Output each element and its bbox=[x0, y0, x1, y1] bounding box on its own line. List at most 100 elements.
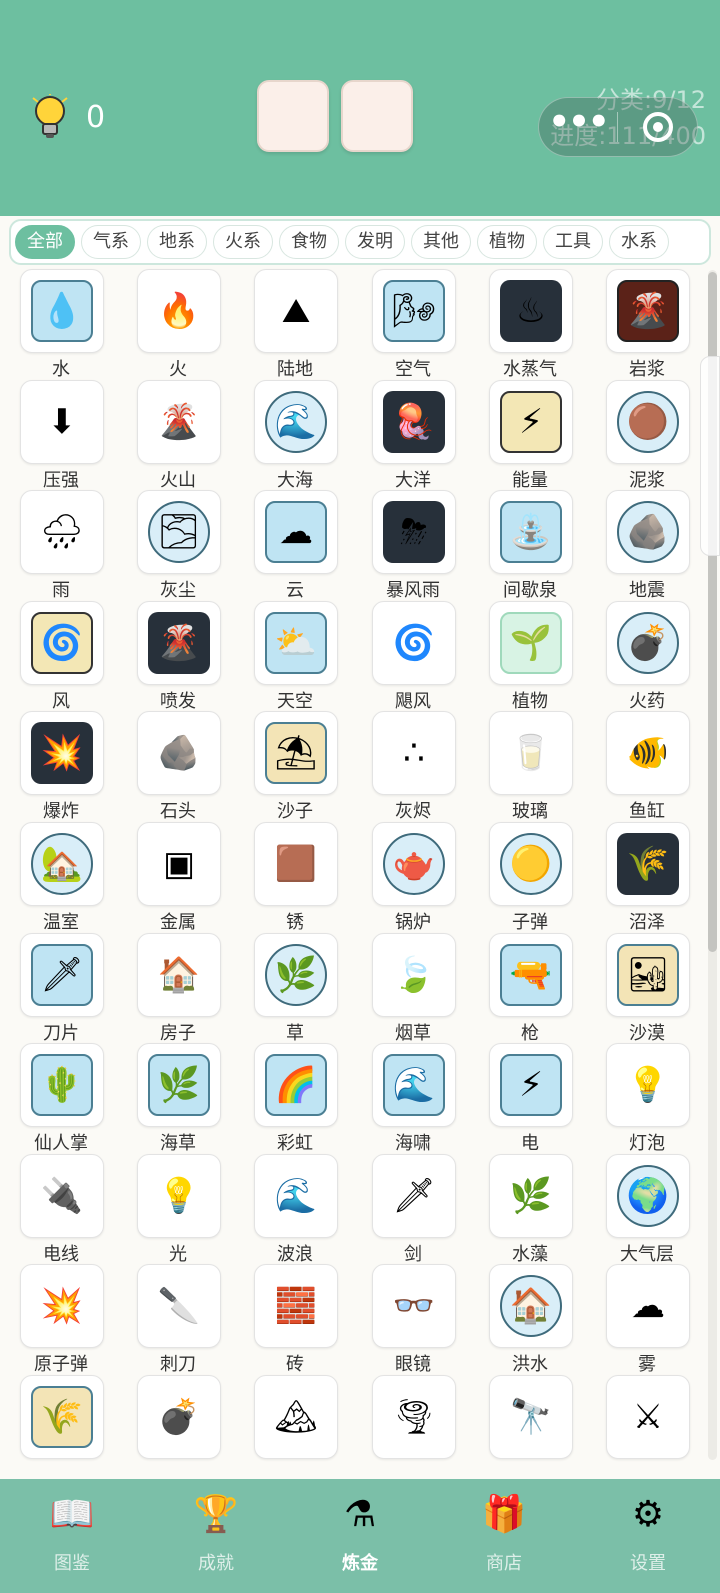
element-card[interactable]: 🪨 bbox=[137, 711, 221, 795]
nav-item-3[interactable]: 🎁 商店 bbox=[432, 1479, 576, 1593]
element-item[interactable]: ▣ 金属 bbox=[122, 820, 234, 933]
element-item[interactable]: 🐠 鱼缸 bbox=[591, 709, 703, 822]
element-item[interactable]: 🟡 子弹 bbox=[474, 820, 586, 933]
element-item[interactable]: 💥 爆炸 bbox=[5, 709, 117, 822]
element-card[interactable]: 💡 bbox=[606, 1043, 690, 1127]
element-card[interactable]: 🥛 bbox=[489, 711, 573, 795]
element-item[interactable]: 🌊 波浪 bbox=[239, 1152, 351, 1265]
element-item[interactable]: 🌿 草 bbox=[239, 931, 351, 1044]
element-item[interactable]: ⛱ 沙子 bbox=[239, 709, 351, 822]
element-card[interactable]: 🐠 bbox=[606, 711, 690, 795]
element-card[interactable]: 💣 bbox=[137, 1375, 221, 1459]
element-item[interactable]: 🌀 飓风 bbox=[357, 599, 469, 712]
element-card[interactable]: 🌀 bbox=[372, 601, 456, 685]
element-item[interactable]: 🌿 海草 bbox=[122, 1041, 234, 1154]
element-card[interactable]: 🗡 bbox=[20, 933, 104, 1017]
element-item[interactable]: 🌧 雨 bbox=[5, 488, 117, 601]
tab-2[interactable]: 地系 bbox=[147, 225, 207, 259]
element-item[interactable]: ⛰ 陆地 bbox=[239, 267, 351, 380]
element-card[interactable]: ⛰ bbox=[254, 269, 338, 353]
element-card[interactable]: 🧱 bbox=[254, 1264, 338, 1348]
nav-item-1[interactable]: 🏆 成就 bbox=[144, 1479, 288, 1593]
element-card[interactable]: 🌬 bbox=[372, 269, 456, 353]
element-card[interactable]: 👓 bbox=[372, 1264, 456, 1348]
element-item[interactable]: ☁ 云 bbox=[239, 488, 351, 601]
element-item[interactable]: 🟤 泥浆 bbox=[591, 378, 703, 491]
tab-7[interactable]: 植物 bbox=[477, 225, 537, 259]
element-item[interactable]: ⚡ 能量 bbox=[474, 378, 586, 491]
element-item[interactable]: ⛲ 间歇泉 bbox=[474, 488, 586, 601]
element-item[interactable]: 🌍 大气层 bbox=[591, 1152, 703, 1265]
element-item[interactable]: 🔌 电线 bbox=[5, 1152, 117, 1265]
element-item[interactable]: 🏠 房子 bbox=[122, 931, 234, 1044]
element-card[interactable]: 🏠 bbox=[137, 933, 221, 1017]
element-card[interactable]: 🪨 bbox=[606, 490, 690, 574]
element-card[interactable]: ☁ bbox=[606, 1264, 690, 1348]
element-card[interactable]: ⛱ bbox=[254, 711, 338, 795]
element-item[interactable]: 🌋 火山 bbox=[122, 378, 234, 491]
element-item[interactable]: 👓 眼镜 bbox=[357, 1262, 469, 1375]
element-card[interactable]: 🌀 bbox=[20, 601, 104, 685]
more-options-icon[interactable]: ••• bbox=[539, 105, 617, 139]
element-card[interactable]: 🌱 bbox=[489, 601, 573, 685]
element-card[interactable]: 🌫 bbox=[137, 490, 221, 574]
element-card[interactable]: 🪼 bbox=[372, 380, 456, 464]
hint-counter[interactable]: 0 bbox=[30, 94, 105, 140]
element-card[interactable]: 🏔 bbox=[254, 1375, 338, 1459]
element-item[interactable]: ⬇ 压强 bbox=[5, 378, 117, 491]
element-card[interactable]: 🌋 bbox=[606, 269, 690, 353]
element-card[interactable]: ▣ bbox=[137, 822, 221, 906]
element-item[interactable]: 🪼 大洋 bbox=[357, 378, 469, 491]
element-card[interactable]: 🏠 bbox=[489, 1264, 573, 1348]
element-item[interactable]: 🏜 沙漠 bbox=[591, 931, 703, 1044]
element-card[interactable]: 🏡 bbox=[20, 822, 104, 906]
element-card[interactable]: 🏜 bbox=[606, 933, 690, 1017]
element-item[interactable]: 🔫 枪 bbox=[474, 931, 586, 1044]
element-card[interactable]: 💥 bbox=[20, 711, 104, 795]
element-card[interactable]: 🌾 bbox=[606, 822, 690, 906]
element-item[interactable]: 🌾 bbox=[5, 1373, 117, 1479]
tab-9[interactable]: 水系 bbox=[609, 225, 669, 259]
element-item[interactable]: 🌈 彩虹 bbox=[239, 1041, 351, 1154]
element-card[interactable]: 🔪 bbox=[137, 1264, 221, 1348]
tab-6[interactable]: 其他 bbox=[411, 225, 471, 259]
element-item[interactable]: ⛅ 天空 bbox=[239, 599, 351, 712]
element-item[interactable]: 🌵 仙人掌 bbox=[5, 1041, 117, 1154]
element-card[interactable]: 💧 bbox=[20, 269, 104, 353]
element-card[interactable]: ⚡ bbox=[489, 380, 573, 464]
element-item[interactable]: 🌊 大海 bbox=[239, 378, 351, 491]
element-item[interactable]: 🪨 石头 bbox=[122, 709, 234, 822]
element-card[interactable]: 🌿 bbox=[137, 1043, 221, 1127]
element-card[interactable]: 🌈 bbox=[254, 1043, 338, 1127]
element-item[interactable]: 🌋 喷发 bbox=[122, 599, 234, 712]
element-item[interactable]: 🌀 风 bbox=[5, 599, 117, 712]
combine-slot-2[interactable] bbox=[341, 80, 413, 152]
tab-8[interactable]: 工具 bbox=[543, 225, 603, 259]
element-item[interactable]: 🪨 地震 bbox=[591, 488, 703, 601]
element-item[interactable]: 🌫 灰尘 bbox=[122, 488, 234, 601]
element-card[interactable]: 🔌 bbox=[20, 1154, 104, 1238]
element-item[interactable]: ⚡ 电 bbox=[474, 1041, 586, 1154]
tab-4[interactable]: 食物 bbox=[279, 225, 339, 259]
element-card[interactable]: 🌵 bbox=[20, 1043, 104, 1127]
element-card[interactable]: ♨ bbox=[489, 269, 573, 353]
element-card[interactable]: 🌋 bbox=[137, 380, 221, 464]
element-card[interactable]: ⚔ bbox=[606, 1375, 690, 1459]
tab-3[interactable]: 火系 bbox=[213, 225, 273, 259]
element-item[interactable]: 💡 光 bbox=[122, 1152, 234, 1265]
element-card[interactable]: 🗡 bbox=[372, 1154, 456, 1238]
element-item[interactable]: ∴ 灰烬 bbox=[357, 709, 469, 822]
element-item[interactable]: 🌱 植物 bbox=[474, 599, 586, 712]
element-item[interactable]: 🏔 bbox=[239, 1373, 351, 1479]
tab-0[interactable]: 全部 bbox=[15, 225, 75, 259]
element-item[interactable]: 🍃 烟草 bbox=[357, 931, 469, 1044]
element-item[interactable]: 🗡 刀片 bbox=[5, 931, 117, 1044]
element-item[interactable]: 🌬 空气 bbox=[357, 267, 469, 380]
element-item[interactable]: 💥 原子弹 bbox=[5, 1262, 117, 1375]
close-mini-program-button[interactable] bbox=[618, 112, 697, 142]
tab-1[interactable]: 气系 bbox=[81, 225, 141, 259]
nav-item-4[interactable]: ⚙ 设置 bbox=[576, 1479, 720, 1593]
element-card[interactable]: ⛅ bbox=[254, 601, 338, 685]
combine-slot-1[interactable] bbox=[257, 80, 329, 152]
element-item[interactable]: 🧱 砖 bbox=[239, 1262, 351, 1375]
